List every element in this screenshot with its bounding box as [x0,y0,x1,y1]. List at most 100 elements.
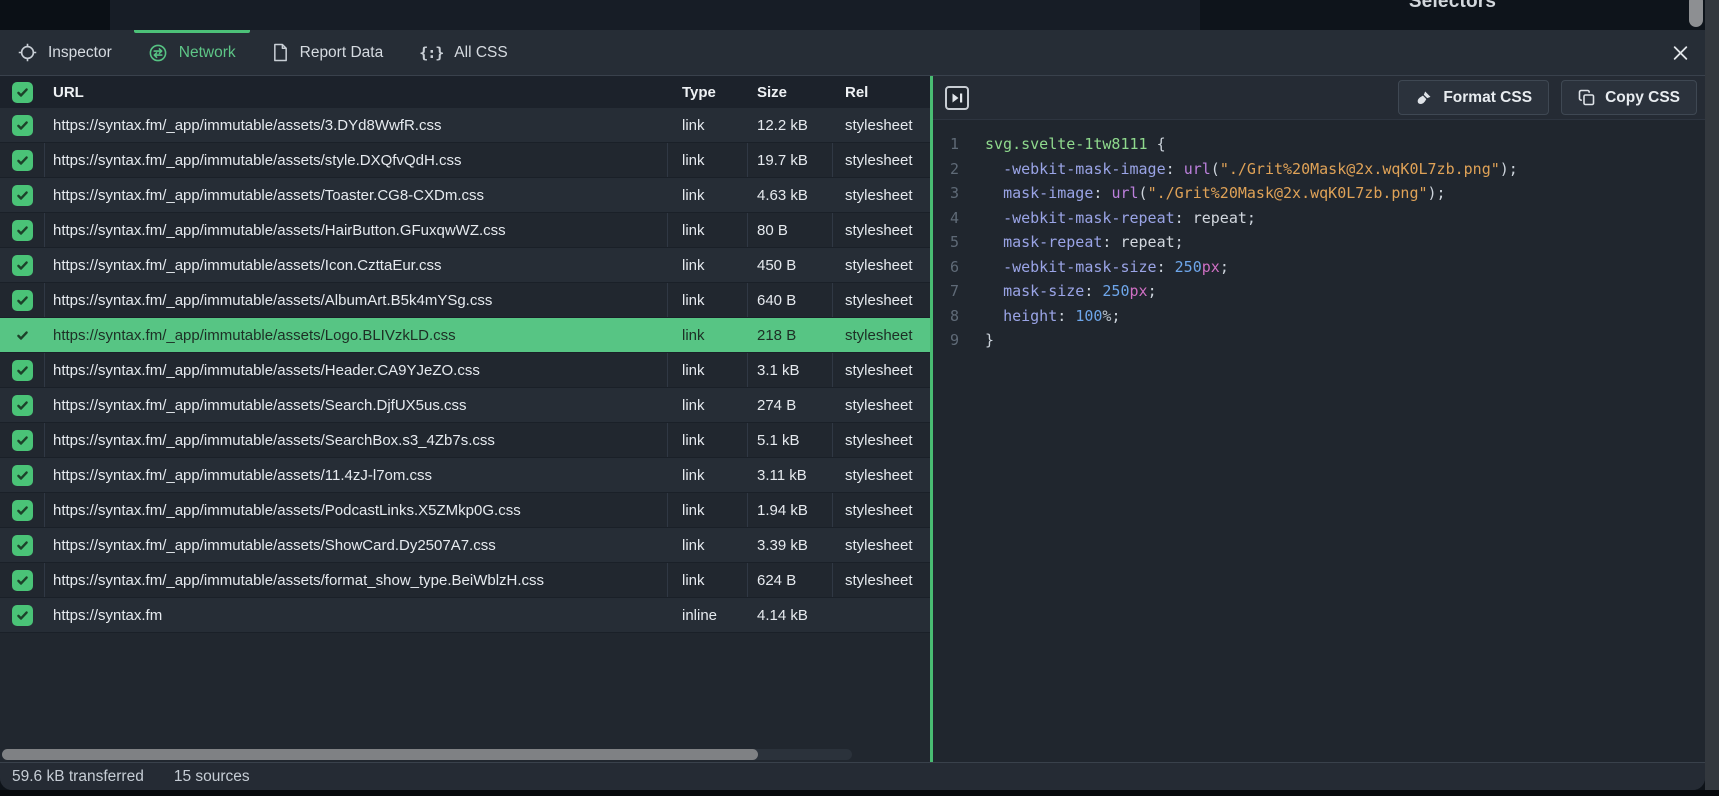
row-checkbox-cell [0,248,45,282]
row-checkbox[interactable] [12,255,33,276]
row-checkbox-cell [0,458,45,492]
row-checkbox[interactable] [12,220,33,241]
network-request-row[interactable]: https://syntax.fm/_app/immutable/assets/… [0,528,930,563]
page-vertical-scrollbar-thumb[interactable] [1689,0,1703,27]
request-rel: stylesheet [833,318,930,352]
table-header: URL Type Size Rel [0,76,930,108]
line-content: -webkit-mask-repeat: repeat; [959,206,1256,231]
crosshair-icon [18,43,37,62]
row-checkbox[interactable] [12,430,33,451]
request-type: link [668,563,748,597]
network-request-row[interactable]: https://syntax.fm inline 4.14 kB [0,598,930,633]
request-url: https://syntax.fm/_app/immutable/assets/… [45,178,668,212]
request-type: link [668,458,748,492]
column-header-url[interactable]: URL [45,76,668,108]
network-request-row[interactable]: https://syntax.fm/_app/immutable/assets/… [0,178,930,213]
request-type: link [668,353,748,387]
close-icon[interactable] [1672,44,1689,61]
line-number: 9 [933,328,959,353]
network-request-row[interactable]: https://syntax.fm/_app/immutable/assets/… [0,318,930,353]
line-content: -webkit-mask-image: url("./Grit%20Mask@2… [959,157,1518,182]
css-viewer-pane: Format CSS Copy CSS 1 svg.svelte-1tw8111… [933,76,1705,762]
row-checkbox[interactable] [12,570,33,591]
paintbrush-icon [1415,89,1433,107]
network-request-row[interactable]: https://syntax.fm/_app/immutable/assets/… [0,388,930,423]
request-size: 3.1 kB [748,353,833,387]
devtools-panel: Inspector Network Report Data {:} [0,30,1705,790]
request-type: link [668,143,748,177]
row-checkbox-cell [0,353,45,387]
row-checkbox[interactable] [12,535,33,556]
horizontal-scrollbar[interactable] [2,749,852,760]
tab-network[interactable]: Network [134,30,250,75]
network-request-row[interactable]: https://syntax.fm/_app/immutable/assets/… [0,213,930,248]
request-size: 1.94 kB [748,493,833,527]
request-type: link [668,493,748,527]
network-request-row[interactable]: https://syntax.fm/_app/immutable/assets/… [0,353,930,388]
line-number: 4 [933,206,959,231]
row-checkbox[interactable] [12,500,33,521]
request-size: 3.11 kB [748,458,833,492]
request-url: https://syntax.fm/_app/immutable/assets/… [45,353,668,387]
request-url: https://syntax.fm/_app/immutable/assets/… [45,458,668,492]
network-request-row[interactable]: https://syntax.fm/_app/immutable/assets/… [0,283,930,318]
tab-label: All CSS [454,44,507,62]
request-type: inline [668,598,748,632]
request-size: 3.39 kB [748,528,833,562]
network-requests-pane: URL Type Size Rel https://syntax.fm/_app… [0,76,930,762]
row-checkbox[interactable] [12,150,33,171]
network-request-row[interactable]: https://syntax.fm/_app/immutable/assets/… [0,423,930,458]
document-icon [272,43,289,62]
request-rel: stylesheet [833,458,930,492]
request-size: 80 B [748,213,833,247]
request-size: 450 B [748,248,833,282]
row-checkbox[interactable] [12,605,33,626]
network-request-row[interactable]: https://syntax.fm/_app/immutable/assets/… [0,108,930,143]
column-header-rel[interactable]: Rel [833,76,930,108]
request-url: https://syntax.fm/_app/immutable/assets/… [45,318,668,352]
row-checkbox[interactable] [12,115,33,136]
row-checkbox[interactable] [12,325,33,346]
request-rel: stylesheet [833,283,930,317]
request-size: 4.14 kB [748,598,833,632]
tab-inspector[interactable]: Inspector [4,30,126,75]
background-page-right: Selectors [1200,0,1705,30]
row-checkbox[interactable] [12,395,33,416]
request-type: link [668,388,748,422]
row-checkbox[interactable] [12,360,33,381]
network-request-row[interactable]: https://syntax.fm/_app/immutable/assets/… [0,493,930,528]
network-request-row[interactable]: https://syntax.fm/_app/immutable/assets/… [0,143,930,178]
request-url: https://syntax.fm/_app/immutable/assets/… [45,108,668,142]
network-request-row[interactable]: https://syntax.fm/_app/immutable/assets/… [0,458,930,493]
copy-icon [1578,89,1595,106]
format-css-button[interactable]: Format CSS [1398,80,1549,115]
background-page-left [0,0,110,30]
request-url: https://syntax.fm/_app/immutable/assets/… [45,423,668,457]
network-request-row[interactable]: https://syntax.fm/_app/immutable/assets/… [0,563,930,598]
row-checkbox[interactable] [12,465,33,486]
tab-report-data[interactable]: Report Data [258,30,398,75]
select-all-checkbox[interactable] [12,82,33,103]
code-line: 8 height: 100%; [933,304,1705,329]
line-number: 5 [933,230,959,255]
row-checkbox-cell [0,213,45,247]
copy-css-button[interactable]: Copy CSS [1561,80,1697,115]
horizontal-scrollbar-thumb[interactable] [2,749,758,760]
request-type: link [668,283,748,317]
line-number: 3 [933,181,959,206]
network-request-row[interactable]: https://syntax.fm/_app/immutable/assets/… [0,248,930,283]
line-content: } [959,328,994,353]
request-url: https://syntax.fm/_app/immutable/assets/… [45,143,668,177]
row-checkbox[interactable] [12,185,33,206]
tab-all-css[interactable]: {:} All CSS [405,30,522,75]
format-css-label: Format CSS [1443,89,1532,107]
row-checkbox[interactable] [12,290,33,311]
column-header-type[interactable]: Type [668,76,748,108]
request-type: link [668,423,748,457]
code-line: 7 mask-size: 250px; [933,279,1705,304]
toggle-sidebar-icon[interactable] [945,86,969,110]
tab-bar: Inspector Network Report Data {:} [0,30,1705,76]
code-line: 4 -webkit-mask-repeat: repeat; [933,206,1705,231]
column-header-size[interactable]: Size [748,76,833,108]
request-rel: stylesheet [833,248,930,282]
